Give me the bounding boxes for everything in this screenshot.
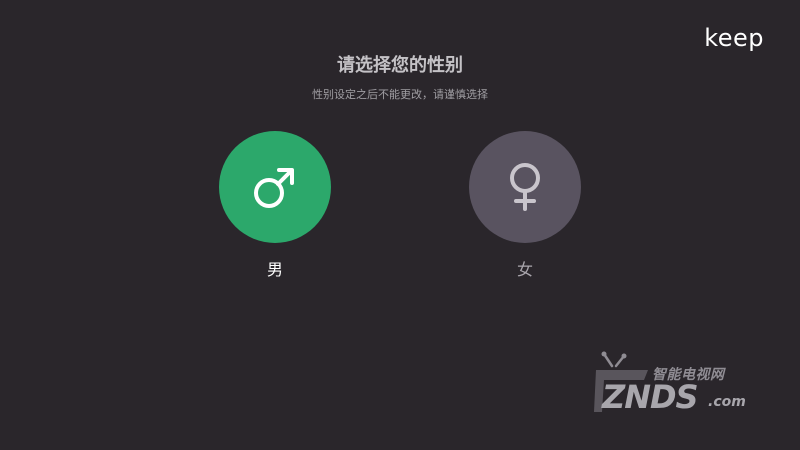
keep-logo: keep	[704, 24, 764, 52]
male-option-button[interactable]	[219, 131, 331, 243]
watermark-suffix: .com	[708, 394, 746, 410]
watermark-en-text: ZNDS	[602, 378, 699, 416]
znds-watermark: 智能电视网 ZNDS .com	[590, 350, 760, 420]
male-option[interactable]: 男	[219, 131, 331, 280]
female-symbol-icon	[510, 163, 540, 211]
page-subtitle: 性别设定之后不能更改，请谨慎选择	[312, 88, 488, 101]
female-option-label: 女	[516, 260, 533, 279]
page-title: 请选择您的性别	[337, 55, 463, 76]
male-symbol-icon	[254, 168, 294, 208]
male-option-label: 男	[266, 260, 283, 279]
female-option[interactable]: 女	[469, 131, 581, 280]
female-option-button[interactable]	[469, 131, 581, 243]
